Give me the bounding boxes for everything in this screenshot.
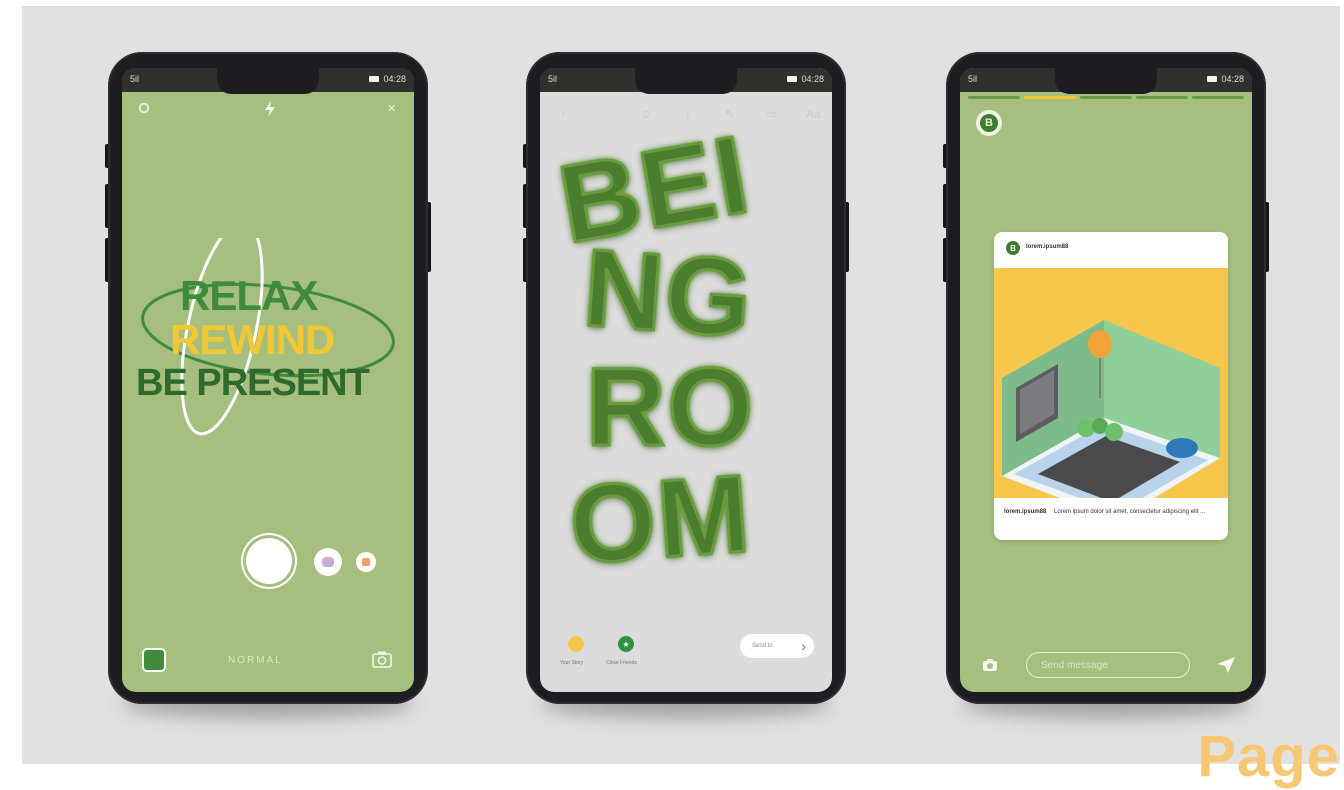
battery-icon bbox=[787, 76, 798, 82]
avatar-letter: B bbox=[980, 114, 998, 132]
close-icon[interactable]: × bbox=[387, 100, 396, 117]
progress-segment bbox=[1080, 96, 1132, 99]
back-icon[interactable]: ‹ bbox=[554, 107, 572, 121]
being-room-grass-artwork: BEI NG RO OM bbox=[540, 111, 832, 626]
shared-post-card[interactable]: B lorem.ipsum88 lorem.ipsum88 Lorem ipsu… bbox=[994, 232, 1228, 540]
sticker-icon[interactable]: ☺ bbox=[637, 107, 655, 121]
signal-indicator: 5il bbox=[548, 74, 558, 84]
art-line-be-present: BE PRESENT bbox=[136, 362, 370, 404]
your-story-button[interactable] bbox=[568, 636, 584, 652]
progress-segment bbox=[968, 96, 1020, 99]
camera-top-bar: × bbox=[122, 92, 414, 126]
notch bbox=[217, 68, 319, 94]
close-friends-label: Close Friends bbox=[606, 660, 637, 666]
heart-filter-icon bbox=[322, 557, 334, 567]
battery-icon bbox=[369, 76, 380, 82]
progress-segment bbox=[1136, 96, 1188, 99]
phone-story-view-screen: 5il 04:28 B B lorem.ipsum88 lorem.ipsum8… bbox=[943, 52, 1269, 718]
camera-icon[interactable] bbox=[982, 658, 998, 672]
art-line-rewind: REWIND bbox=[170, 316, 335, 363]
settings-icon[interactable] bbox=[138, 102, 150, 114]
close-friends-button[interactable]: ★ bbox=[618, 636, 634, 652]
chevron-right-icon: › bbox=[801, 638, 806, 654]
phone-camera-screen: 5il 04:28 × RELAX REWIND BE PRESENT NORM… bbox=[105, 52, 431, 718]
send-message-input[interactable] bbox=[1026, 652, 1190, 678]
frame-icon[interactable]: ▭ bbox=[762, 107, 780, 121]
camera-mode-label[interactable]: NORMAL bbox=[228, 655, 283, 666]
story-view-screen: 5il 04:28 B B lorem.ipsum88 lorem.ipsum8… bbox=[960, 68, 1252, 692]
share-bar: Your Story ★ Close Friends Send to › bbox=[540, 616, 832, 692]
signal-indicator: 5il bbox=[968, 74, 978, 84]
art-line-relax: RELAX bbox=[180, 272, 318, 319]
post-caption: lorem.ipsum88 Lorem ipsum dolor sit amet… bbox=[1004, 508, 1218, 517]
post-image-isometric-room bbox=[994, 268, 1228, 520]
status-time: 04:28 bbox=[1221, 74, 1244, 84]
flip-camera-icon[interactable] bbox=[372, 650, 392, 668]
filter-icon bbox=[362, 558, 370, 566]
effect-filter-button[interactable] bbox=[314, 548, 342, 576]
send-to-button[interactable]: Send to › bbox=[740, 634, 814, 658]
caption-text: Lorem ipsum dolor sit amet, consectetur … bbox=[1054, 509, 1206, 515]
progress-segment-active bbox=[1024, 96, 1076, 99]
story-progress-bar bbox=[968, 96, 1244, 99]
text-icon[interactable]: Aa bbox=[804, 107, 822, 121]
post-avatar: B bbox=[1006, 241, 1020, 255]
progress-segment bbox=[1192, 96, 1244, 99]
post-username[interactable]: lorem.ipsum88 bbox=[1026, 244, 1068, 250]
status-time: 04:28 bbox=[383, 74, 406, 84]
signal-indicator: 5il bbox=[130, 74, 140, 84]
flash-icon[interactable] bbox=[263, 100, 277, 118]
grass-line-4: OM bbox=[564, 450, 756, 588]
notch bbox=[635, 68, 737, 94]
grass-line-2: NG bbox=[578, 225, 758, 362]
effect-filter-button-2[interactable] bbox=[356, 552, 376, 572]
corner-watermark-text: Page bbox=[1197, 724, 1340, 789]
status-time: 04:28 bbox=[801, 74, 824, 84]
shutter-button[interactable] bbox=[246, 538, 292, 584]
phone-story-editor-screen: 5il 04:28 ‹ ◌ ☺ ↓ ✎ ▭ Aa BEI NG RO OM Yo… bbox=[523, 52, 849, 718]
isometric-room-illustration bbox=[1002, 320, 1220, 520]
effects-icon[interactable]: ◌ bbox=[596, 107, 614, 121]
battery-icon bbox=[1207, 76, 1218, 82]
send-icon[interactable] bbox=[1216, 656, 1236, 674]
camera-screen: 5il 04:28 × RELAX REWIND BE PRESENT NORM… bbox=[122, 68, 414, 692]
post-header: B lorem.ipsum88 bbox=[994, 232, 1228, 264]
gallery-thumbnail[interactable] bbox=[144, 650, 164, 670]
story-editor-screen: 5il 04:28 ‹ ◌ ☺ ↓ ✎ ▭ Aa BEI NG RO OM Yo… bbox=[540, 68, 832, 692]
your-story-label: Your Story bbox=[560, 660, 584, 666]
caption-username[interactable]: lorem.ipsum88 bbox=[1004, 509, 1046, 515]
send-to-label: Send to bbox=[752, 643, 773, 649]
profile-avatar[interactable]: B bbox=[976, 110, 1002, 136]
notch bbox=[1055, 68, 1157, 94]
relax-rewind-artwork: RELAX REWIND BE PRESENT bbox=[122, 238, 414, 488]
